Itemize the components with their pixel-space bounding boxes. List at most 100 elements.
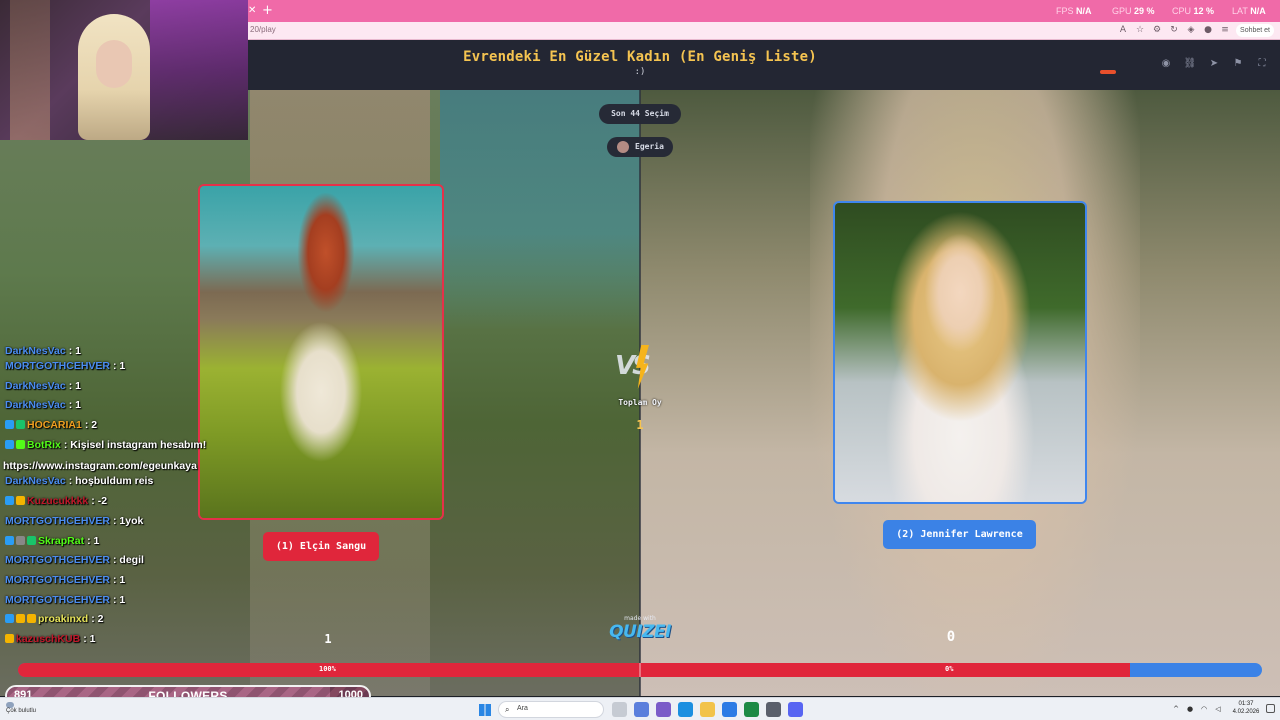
- webcam-window-light: [10, 0, 50, 140]
- share-icon[interactable]: ➤: [1206, 56, 1222, 72]
- discord-icon[interactable]: [788, 702, 803, 717]
- chat-badge-icon: [27, 614, 36, 624]
- chat-username[interactable]: DarkNesVac: [5, 475, 66, 487]
- new-tab-button[interactable]: +: [262, 3, 273, 18]
- quiz-title-block: Evrendeki En Güzel Kadın (En Geniş Liste…: [248, 49, 1032, 77]
- recent-selections-badge: Son 44 Seçim: [599, 104, 681, 124]
- notification-icon[interactable]: [1266, 704, 1275, 713]
- extensions-icon[interactable]: ⚙: [1152, 25, 1162, 35]
- chat-username[interactable]: HOCARIA1: [27, 419, 82, 431]
- address-bar-icons: A ☆ ⚙ ↻ ◈ ● ≡: [1118, 25, 1230, 35]
- chat-message: MORTGOTHCEHVER: 1: [0, 594, 240, 614]
- windows-taskbar: Çok bulutlu ⌕ Ara ^ ● ◠ ◁ 01:37 4.02.202…: [0, 697, 1280, 720]
- translate-icon[interactable]: A: [1118, 25, 1128, 35]
- chat-username[interactable]: MORTGOTHCEHVER: [5, 554, 110, 566]
- chat-badge-icon: [27, 535, 36, 545]
- chat-badge-icon: [5, 535, 14, 545]
- chat-text: : 1yok: [113, 514, 144, 527]
- chat-username[interactable]: MORTGOTHCEHVER: [5, 574, 110, 586]
- chat-username[interactable]: MORTGOTHCEHVER: [5, 360, 110, 372]
- flag-icon[interactable]: ⚑: [1230, 56, 1246, 72]
- author-badge[interactable]: Egeria: [607, 137, 673, 157]
- chat-button[interactable]: Sohbet et: [1236, 24, 1274, 37]
- chat-username[interactable]: Kuzucukkkk: [27, 495, 88, 507]
- volume-icon[interactable]: ◁: [1214, 704, 1222, 714]
- chat-text: : 1: [68, 346, 81, 357]
- chat-badge-icon: [16, 614, 25, 624]
- bookmark-icon[interactable]: ☆: [1135, 25, 1145, 35]
- widgets-icon[interactable]: [634, 702, 649, 717]
- chat-message: DarkNesVac: 1: [0, 346, 240, 360]
- chat-username[interactable]: DarkNesVac: [5, 346, 66, 357]
- chat-text: : -2: [91, 495, 108, 508]
- chat-text: : degil: [113, 554, 144, 567]
- shield-icon[interactable]: ◈: [1186, 25, 1196, 35]
- chevron-up-icon[interactable]: ^: [1172, 704, 1180, 714]
- quiz-title: Evrendeki En Güzel Kadın (En Geniş Liste…: [463, 49, 817, 65]
- system-clock[interactable]: 01:37 4.02.2026: [1232, 700, 1260, 716]
- chat-text: : 1: [68, 399, 81, 412]
- chat-badge-icon: [16, 496, 25, 506]
- address-bar[interactable]: 20/play A ☆ ⚙ ↻ ◈ ● ≡ Sohbet et: [248, 22, 1280, 40]
- eye-icon[interactable]: ◉: [1158, 56, 1174, 72]
- chat-message: MORTGOTHCEHVER: 1: [0, 360, 240, 380]
- chat-message: DarkNesVac: 1: [0, 380, 240, 400]
- copilot-icon[interactable]: [656, 702, 671, 717]
- chat-username[interactable]: proakinxd: [38, 613, 88, 625]
- wifi-icon[interactable]: ◠: [1200, 704, 1208, 714]
- chat-username[interactable]: MORTGOTHCEHVER: [5, 594, 110, 606]
- taskbar-search[interactable]: ⌕ Ara: [498, 701, 604, 718]
- header-actions: ◉ ⛓ ➤ ⚑ ⛶: [1158, 56, 1270, 72]
- chat-message: kazuschKUB: 1: [0, 633, 240, 653]
- chat-username[interactable]: DarkNesVac: [5, 380, 66, 392]
- chat-message: MORTGOTHCEHVER: 1yok: [0, 515, 240, 535]
- chat-username[interactable]: BotRix: [27, 439, 61, 451]
- option-name-right-button[interactable]: (2) Jennifer Lawrence: [883, 520, 1036, 549]
- store-icon[interactable]: [722, 702, 737, 717]
- webcam-led-glow: [150, 0, 248, 140]
- webcam-overlay: [0, 0, 248, 140]
- avatar: [617, 141, 629, 153]
- edge-browser-icon[interactable]: [678, 702, 693, 717]
- center-divider: [639, 90, 641, 696]
- chat-message: SkrapRat: 1: [0, 535, 240, 555]
- chat-text: : hoşbuldum reis: [68, 475, 154, 488]
- file-explorer-icon[interactable]: [700, 702, 715, 717]
- quizei-logo[interactable]: QUIZEI: [600, 622, 680, 642]
- option-photo-right[interactable]: [835, 203, 1085, 502]
- menu-icon[interactable]: ≡: [1220, 25, 1230, 35]
- link-icon[interactable]: ⛓: [1182, 56, 1198, 72]
- excel-icon[interactable]: [744, 702, 759, 717]
- option-card-right[interactable]: [833, 201, 1087, 504]
- clock-time: 01:37: [1238, 701, 1254, 707]
- task-view-icon[interactable]: [612, 702, 627, 717]
- chat-text: : 1: [87, 534, 100, 547]
- weather-text[interactable]: Çok bulutlu: [6, 708, 36, 714]
- total-votes-value: 1: [636, 418, 644, 432]
- live-indicator: [1100, 70, 1116, 74]
- chat-badge-icon: [16, 535, 25, 545]
- chat-username[interactable]: kazuschKUB: [16, 633, 80, 645]
- chat-text: : Kişisel instagram hesabım!: [63, 438, 207, 451]
- chat-message: proakinxd: 2: [0, 613, 240, 633]
- close-tab-icon[interactable]: ✕: [248, 5, 256, 16]
- url-text[interactable]: 20/play: [250, 25, 276, 34]
- chat-message: DarkNesVac: 1: [0, 399, 240, 419]
- option-name-left-button[interactable]: (1) Elçin Sangu: [263, 532, 379, 561]
- profile-icon[interactable]: ●: [1203, 25, 1213, 35]
- chat-username[interactable]: SkrapRat: [38, 535, 84, 547]
- windows-start-icon[interactable]: [479, 704, 491, 716]
- left-score: 1: [324, 632, 332, 646]
- fullscreen-icon[interactable]: ⛶: [1254, 56, 1270, 72]
- sync-icon[interactable]: ↻: [1169, 25, 1179, 35]
- chat-username[interactable]: DarkNesVac: [5, 399, 66, 411]
- chat-badge-icon: [16, 420, 25, 430]
- chat-message: MORTGOTHCEHVER: degil: [0, 554, 240, 574]
- microphone-icon[interactable]: ●: [1186, 704, 1194, 714]
- made-with-label: made with: [624, 615, 656, 622]
- vote-bar-center-mark: [639, 663, 641, 677]
- right-percent: 0%: [945, 665, 954, 673]
- settings-icon[interactable]: [766, 702, 781, 717]
- chat-username[interactable]: MORTGOTHCEHVER: [5, 515, 110, 527]
- chat-badge-icon: [5, 420, 14, 430]
